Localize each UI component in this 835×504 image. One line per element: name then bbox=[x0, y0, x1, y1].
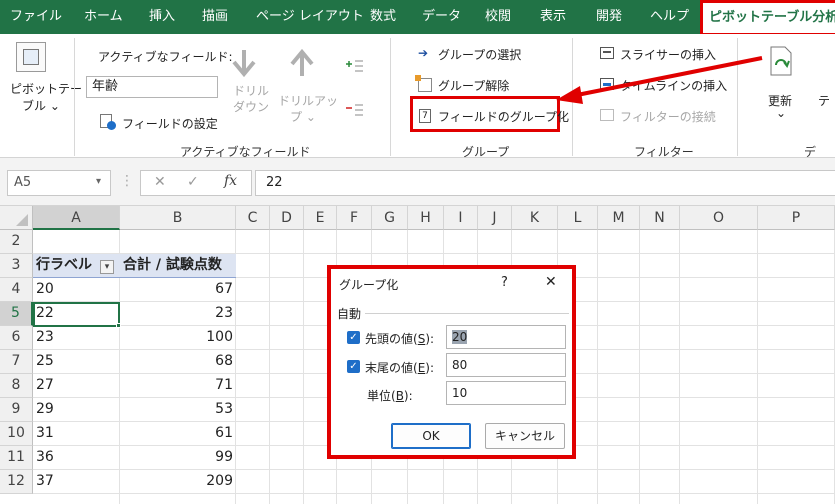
dialog-title: グループ化 bbox=[339, 278, 399, 292]
start-value-input[interactable]: 20 bbox=[446, 325, 566, 349]
end-value-input[interactable]: 80 bbox=[446, 353, 566, 377]
start-value-label: 先頭の値(S): bbox=[365, 332, 435, 346]
step-input[interactable]: 10 bbox=[446, 381, 566, 405]
close-icon[interactable]: ✕ bbox=[545, 274, 557, 290]
step-label: 単位(B): bbox=[367, 389, 413, 403]
start-value-checkbox[interactable]: ✓ bbox=[347, 331, 360, 344]
section-auto-label: 自動 bbox=[337, 307, 362, 321]
section-divider bbox=[365, 313, 569, 314]
end-value-label: 末尾の値(E): bbox=[365, 361, 435, 375]
end-value-checkbox[interactable]: ✓ bbox=[347, 360, 360, 373]
excel-window: ファイル ホーム 挿入 描画 ページ レイアウト 数式 データ 校閲 表示 開発… bbox=[0, 0, 835, 504]
help-icon[interactable]: ? bbox=[501, 275, 508, 290]
cancel-button[interactable]: キャンセル bbox=[485, 423, 565, 449]
ok-button[interactable]: OK bbox=[391, 423, 471, 449]
grouping-dialog: グループ化 ? ✕ 自動 ✓ 先頭の値(S): 20 ✓ 末尾の値(E): 80… bbox=[327, 265, 576, 459]
